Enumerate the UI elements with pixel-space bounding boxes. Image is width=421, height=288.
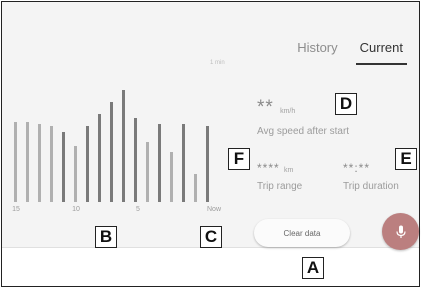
chart-bar — [122, 90, 125, 202]
chart-bar — [50, 126, 53, 202]
avg-speed-label: Avg speed after start — [257, 126, 350, 137]
callout-a: A — [302, 257, 324, 279]
chart-bar — [14, 122, 17, 202]
chart-bar — [26, 122, 29, 202]
tab-history[interactable]: History — [293, 36, 341, 65]
avg-speed-digits: ** — [257, 97, 274, 118]
microphone-icon — [395, 225, 406, 238]
tick-label: 5 — [136, 206, 140, 213]
trip-duration-digits: **:** — [343, 161, 371, 175]
clear-data-button[interactable]: Clear data — [254, 219, 350, 247]
trip-range-digits: **** — [257, 161, 280, 175]
chart-bar — [146, 142, 149, 202]
trip-duration-value: **:** — [343, 161, 370, 175]
trip-duration-label: Trip duration — [343, 181, 399, 192]
callout-d: D — [335, 93, 357, 115]
chart-bar — [110, 102, 113, 202]
chart-bar — [98, 114, 101, 202]
fuel-economy-chart: 15 10 5 Now — [2, 2, 242, 232]
callout-b: B — [95, 226, 117, 248]
figure-frame: History Current 1 min 15 10 5 Now ** km/… — [1, 1, 420, 287]
microphone-button[interactable] — [382, 213, 419, 250]
tick-label: 10 — [72, 206, 80, 213]
avg-speed-unit: km/h — [280, 108, 296, 115]
chart-bar — [134, 118, 137, 202]
trip-range-unit: km — [284, 167, 294, 174]
tab-current[interactable]: Current — [355, 36, 407, 65]
chart-bar — [74, 146, 77, 202]
trip-range-value: **** km — [257, 161, 293, 175]
trip-info-screen: History Current 1 min 15 10 5 Now ** km/… — [2, 2, 419, 248]
chart-bar — [194, 174, 197, 202]
chart-bar — [182, 124, 185, 202]
chart-bar — [206, 126, 209, 202]
chart-bar — [62, 132, 65, 202]
chart-bar — [38, 124, 41, 202]
trip-range-label: Trip range — [257, 181, 303, 192]
tick-label: 15 — [12, 206, 20, 213]
callout-e: E — [395, 148, 417, 170]
chart-bar — [86, 126, 89, 202]
callout-f: F — [228, 148, 250, 170]
chart-bar — [158, 124, 161, 202]
tick-label: Now — [206, 206, 222, 213]
chart-bar — [170, 152, 173, 202]
tab-bar: History Current — [293, 36, 407, 65]
callout-c: C — [200, 226, 222, 248]
avg-speed-value: ** km/h — [257, 97, 295, 119]
